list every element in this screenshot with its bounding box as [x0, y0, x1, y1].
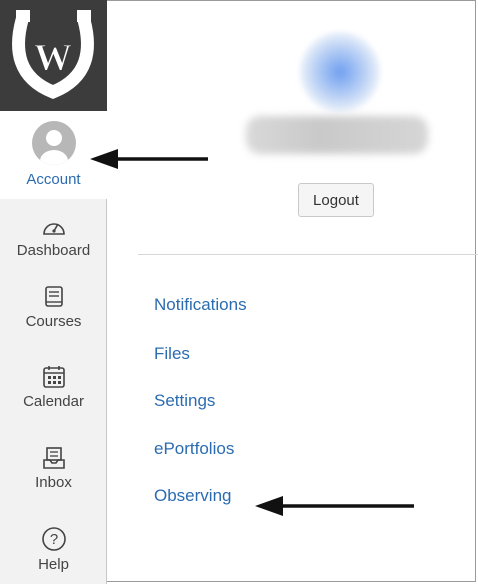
annotation-arrows [90, 149, 414, 516]
arrow-to-account-icon [90, 149, 208, 169]
arrow-to-observing-icon [255, 496, 414, 516]
